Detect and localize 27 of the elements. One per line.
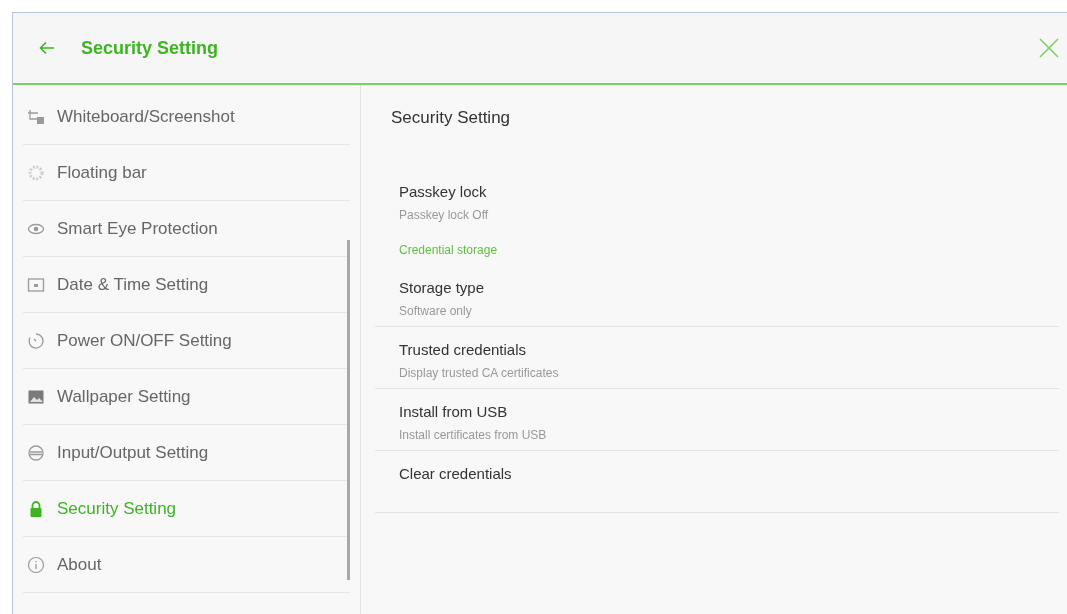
calendar-icon	[27, 275, 45, 294]
item-title: Trusted credentials	[399, 339, 527, 360]
item-subtitle: Install certificates from USB	[399, 427, 548, 444]
item-subtitle: Display trusted CA certificates	[399, 365, 560, 382]
panel-title: Security Setting	[390, 107, 512, 129]
settings-item[interactable]: Install from USB Install certificates from USB	[375, 388, 1059, 451]
header-title: Security Setting	[81, 36, 219, 60]
info-icon	[27, 555, 45, 574]
settings-item[interactable]: Passkey lock Passkey lock Off	[375, 168, 1059, 231]
input-output-icon	[27, 443, 45, 462]
section-header: Credential storage	[398, 241, 499, 259]
close-icon	[1039, 38, 1059, 58]
item-title: Install from USB	[399, 401, 509, 422]
settings-item[interactable]: Trusted credentials Display trusted CA certificates	[375, 326, 1059, 389]
item-subtitle: Software only	[399, 303, 473, 320]
back-arrow-icon	[39, 41, 55, 55]
item-subtitle: Passkey lock Off	[399, 207, 490, 224]
whiteboard-icon	[27, 107, 45, 126]
item-title: Passkey lock	[399, 181, 488, 202]
item-title: Storage type	[399, 277, 486, 298]
settings-item[interactable]: Clear credentials	[375, 450, 1059, 513]
sidebar-item[interactable]: Floating bar	[23, 145, 350, 201]
timer-icon	[27, 331, 45, 350]
item-title: Clear credentials	[399, 463, 513, 484]
close-button[interactable]	[1037, 36, 1061, 60]
sidebar-item[interactable]: Whiteboard/Screenshot	[23, 89, 350, 145]
settings-item[interactable]: Storage type Software only	[375, 264, 1059, 327]
